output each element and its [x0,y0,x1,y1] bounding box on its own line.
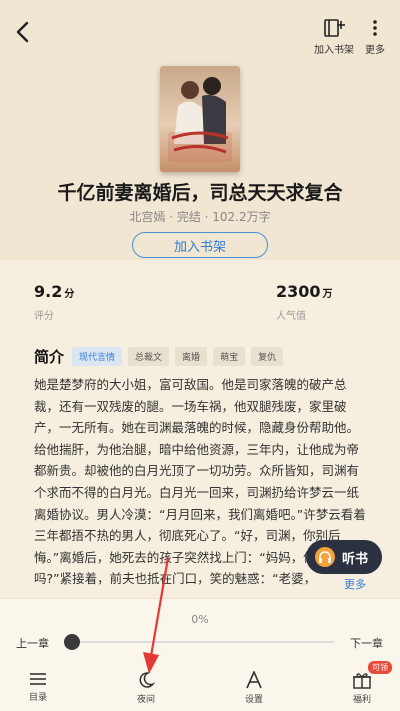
intro-header: 简介 现代言情 总裁文 离婚 萌宝 复仇 [34,346,289,366]
rating-unit: 分 [64,289,75,300]
rewards-badge: 可领 [368,661,392,674]
more-intro-link[interactable]: 更多 [340,576,366,592]
font-icon [246,671,262,689]
reader-toolbar: 0% 上一章 下一章 目录 夜间 设置 可领 福利 [0,598,400,711]
rating-value: 9.2 [34,282,63,301]
bottom-nav: 目录 夜间 设置 可领 福利 [0,661,400,711]
add-to-shelf-top-label: 加入书架 [314,45,354,56]
nav-night-mode[interactable]: 夜间 [116,671,176,705]
tag-revenge[interactable]: 复仇 [251,346,284,366]
listen-book-label: 听书 [342,551,369,567]
nav-night-label: 夜间 [136,695,155,705]
nav-rewards[interactable]: 可领 福利 [332,661,392,705]
next-chapter-button[interactable]: 下一章 [350,635,383,651]
tag-divorce[interactable]: 离婚 [175,346,208,366]
nav-toc-label: 目录 [28,693,47,703]
book-meta: 北宫嫣 · 完结 · 102.2万字 [129,210,271,224]
back-arrow-icon [16,21,29,43]
nav-toc[interactable]: 目录 [8,671,68,703]
back-button[interactable] [8,18,36,46]
more-icon [373,20,377,36]
rating-label: 评分 [34,311,54,322]
progress-slider-track[interactable] [72,641,334,643]
progress-slider-thumb[interactable] [64,634,80,650]
popularity-stat: 2300 万 人气值 [276,282,333,322]
listen-book-button[interactable]: 听书 [306,540,382,574]
add-to-shelf-top-button[interactable]: 加入书架 [314,18,354,56]
popularity-value: 2300 [276,282,321,301]
moon-icon [139,672,156,688]
tag-ceo[interactable]: 总裁文 [128,346,170,366]
prev-chapter-button[interactable]: 上一章 [16,635,49,651]
nav-settings-label: 设置 [244,695,263,705]
book-title: 千亿前妻离婚后，司总天天求复合 [57,182,343,204]
toc-icon [30,673,46,685]
add-to-shelf-button[interactable]: 加入书架 [132,232,268,258]
add-to-shelf-icon [324,19,345,37]
popularity-label: 人气值 [276,311,306,322]
more-button[interactable]: 更多 [364,18,386,56]
nav-rewards-label: 福利 [352,695,371,705]
rating-stat: 9.2 分 评分 [34,282,74,322]
book-cover[interactable] [160,66,240,172]
intro-title: 简介 [34,347,65,366]
more-label: 更多 [365,45,385,56]
nav-settings[interactable]: 设置 [224,671,284,705]
progress-percent: 0% [191,613,209,626]
gift-icon [353,673,371,689]
headphones-icon [315,547,335,567]
book-stats: 9.2 分 评分 2300 万 人气值 [0,282,400,338]
tag-cute-baby[interactable]: 萌宝 [213,346,246,366]
tag-romance[interactable]: 现代言情 [72,346,123,366]
popularity-unit: 万 [322,289,333,300]
top-bar: 加入书架 更多 [0,0,400,56]
book-header: 加入书架 更多 千亿前妻离婚后，司总天天求复合 北宫嫣 · 完结 · 102.2… [0,0,400,260]
